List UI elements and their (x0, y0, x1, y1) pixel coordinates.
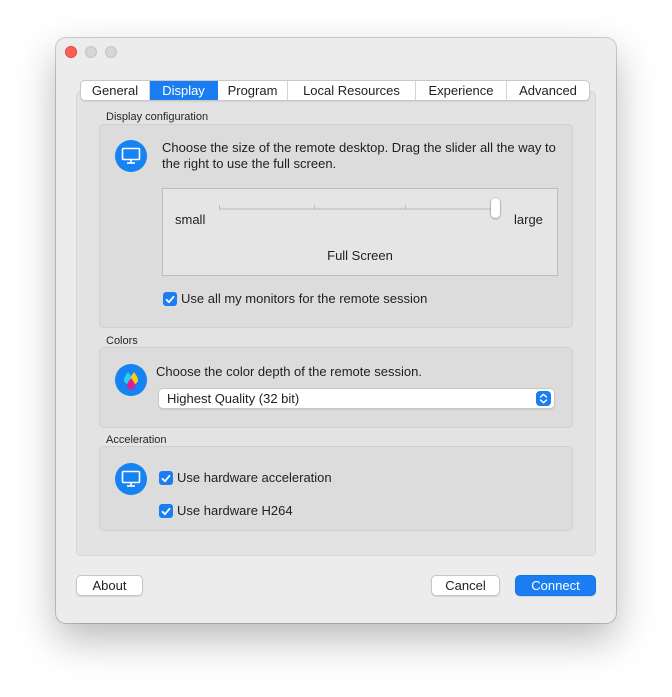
display-configuration-group: Choose the size of the remote desktop. D… (99, 124, 573, 328)
color-drops-icon (115, 364, 147, 396)
connect-button[interactable]: Connect (515, 575, 596, 596)
tab-display[interactable]: Display (150, 81, 218, 100)
tab-general[interactable]: General (81, 81, 150, 100)
use-all-monitors-checkbox[interactable] (163, 292, 177, 306)
zoom-window-button[interactable] (105, 46, 117, 58)
hardware-h264-label[interactable]: Use hardware H264 (177, 503, 293, 519)
monitor-icon (115, 140, 147, 172)
close-window-button[interactable] (65, 46, 77, 58)
tab-local-resources[interactable]: Local Resources (288, 81, 416, 100)
slider-tick (219, 205, 220, 210)
slider-min-label: small (175, 212, 206, 227)
display-configuration-label: Display configuration (106, 111, 209, 123)
title-bar (56, 38, 616, 66)
hardware-h264-checkbox[interactable] (159, 504, 173, 518)
color-depth-description: Choose the color depth of the remote ses… (156, 364, 422, 379)
tab-program[interactable]: Program (218, 81, 288, 100)
chevron-up-down-icon (536, 391, 551, 406)
monitor-icon (115, 463, 147, 495)
slider-tick (314, 205, 315, 210)
minimize-window-button[interactable] (85, 46, 97, 58)
use-all-monitors-label[interactable]: Use all my monitors for the remote sessi… (181, 291, 427, 307)
screen-size-slider-area: small large Full Screen (162, 188, 558, 276)
about-button[interactable]: About (76, 575, 143, 596)
colors-section-label: Colors (106, 335, 138, 347)
color-depth-value: Highest Quality (32 bit) (167, 391, 300, 406)
slider-tick (405, 205, 406, 210)
preferences-window: General Display Program Local Resources … (56, 38, 616, 623)
slider-max-label: large (514, 212, 543, 227)
display-size-description: Choose the size of the remote desktop. D… (162, 140, 556, 171)
acceleration-group: Use hardware acceleration Use hardware H… (99, 446, 573, 531)
acceleration-section-label: Acceleration (106, 434, 167, 446)
cancel-button[interactable]: Cancel (431, 575, 500, 596)
tab-experience[interactable]: Experience (416, 81, 507, 100)
screen-size-slider-thumb[interactable] (491, 198, 500, 218)
slider-track[interactable] (219, 208, 498, 210)
tab-bar: General Display Program Local Resources … (80, 80, 590, 101)
slider-value-label: Full Screen (327, 248, 393, 263)
hardware-acceleration-checkbox[interactable] (159, 471, 173, 485)
colors-group: Choose the color depth of the remote ses… (99, 347, 573, 428)
tab-advanced[interactable]: Advanced (507, 81, 589, 100)
hardware-acceleration-label[interactable]: Use hardware acceleration (177, 470, 332, 486)
color-depth-select[interactable]: Highest Quality (32 bit) (158, 388, 555, 409)
